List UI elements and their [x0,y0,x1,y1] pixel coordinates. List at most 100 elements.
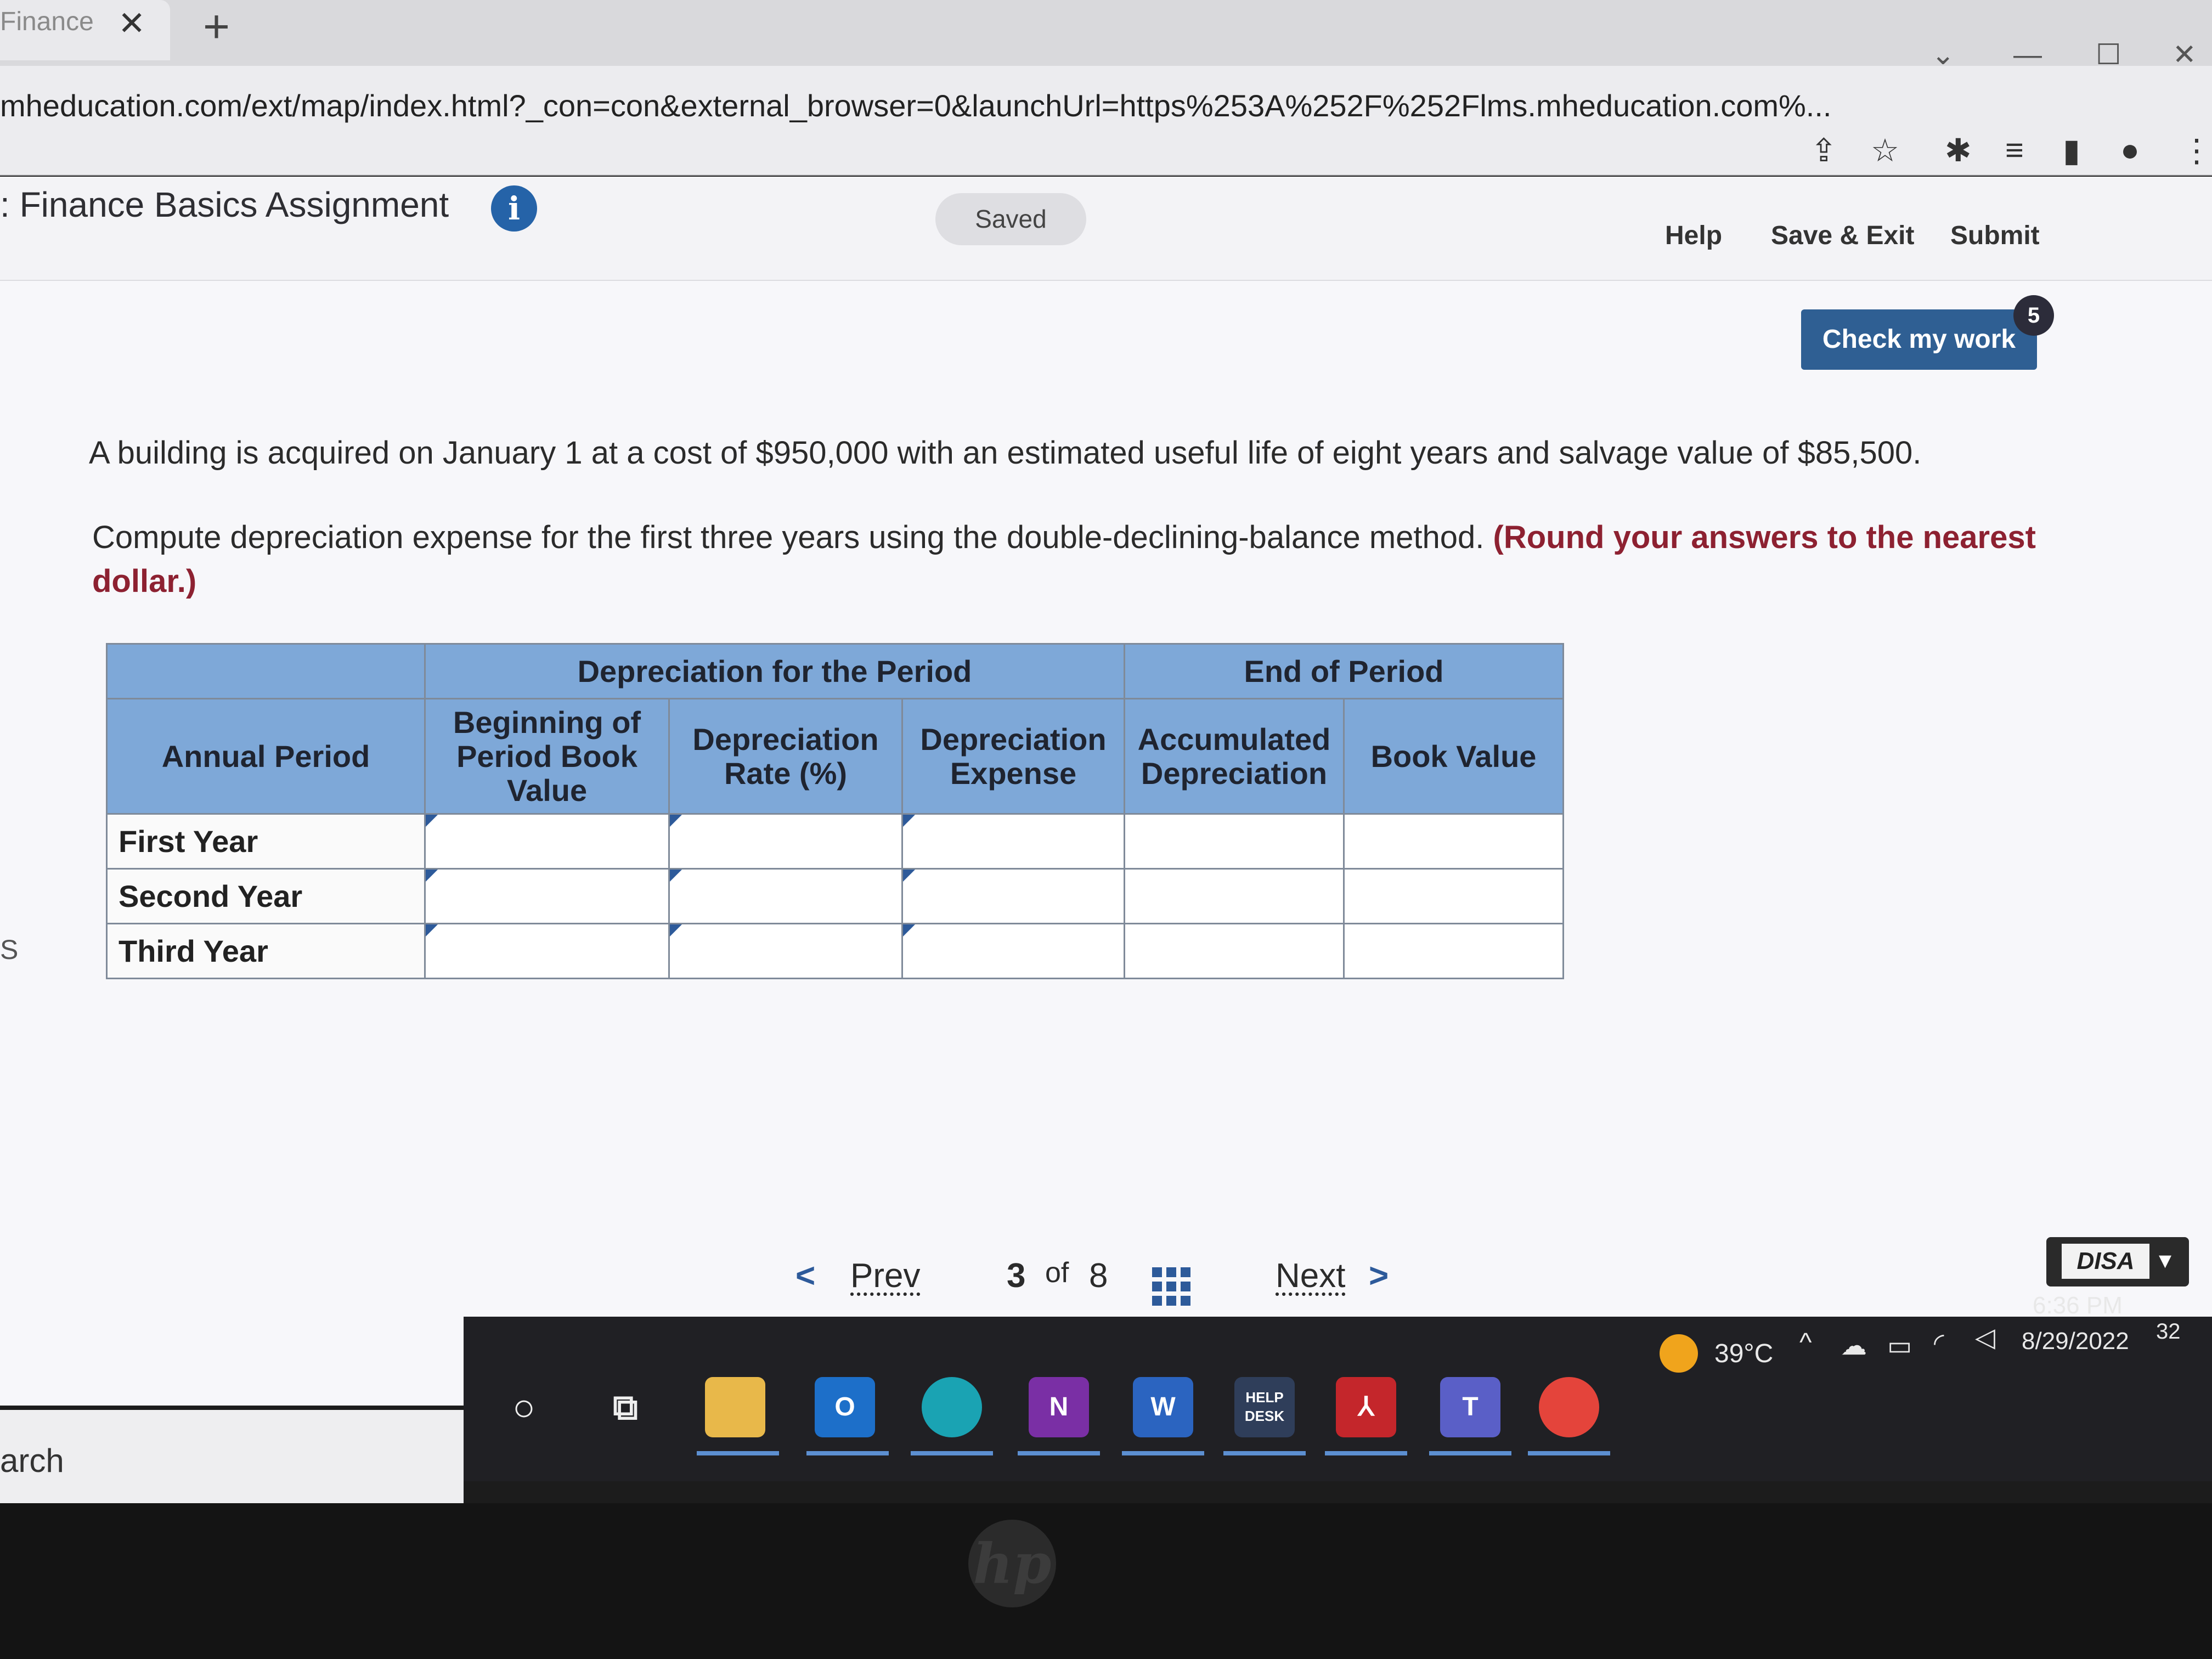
beginning-value-cell [424,868,670,924]
expense-input[interactable] [903,936,1124,969]
rate-input[interactable] [670,881,901,914]
rate-cell [668,923,903,979]
running-indicator [1223,1451,1306,1455]
cortana-icon[interactable]: ○ [494,1377,554,1437]
check-my-work-button[interactable]: Check my work [1801,309,2037,370]
expense-cell [901,923,1125,979]
row-label-second-year: Second Year [106,868,426,924]
chevron-left-icon[interactable]: < [795,1256,815,1295]
running-indicator [1325,1451,1407,1455]
help-desk-icon[interactable]: HELP DESK [1234,1377,1295,1437]
reading-list-icon[interactable]: ≡ [2005,132,2024,168]
question-grid-icon[interactable] [1152,1267,1190,1306]
task-view-icon[interactable]: ⧉ [595,1377,656,1437]
submit-link[interactable]: Submit [1950,221,2040,251]
chrome-icon[interactable] [1539,1377,1599,1437]
expense-cell [901,868,1125,924]
close-icon[interactable]: ✕ [118,4,145,43]
disa-label: DISA [2062,1244,2149,1279]
acrobat-icon[interactable]: ⅄ [1336,1377,1396,1437]
chevron-right-icon[interactable]: > [1369,1256,1389,1295]
col-header-beginning: Beginning of Period Book Value [424,698,670,815]
beginning-value-input[interactable] [426,936,668,969]
running-indicator [806,1451,889,1455]
running-indicator [1018,1451,1100,1455]
search-text: arch [0,1442,64,1479]
prev-button[interactable]: Prev [850,1256,920,1295]
row-label-first-year: First Year [106,813,426,870]
group-header-depreciation: Depreciation for the Period [424,643,1125,699]
browser-tab-bar: Finance ✕ + ⌄ — ☐ ✕ [0,0,2212,71]
chevron-up-icon[interactable]: ^ [1799,1328,1812,1358]
taskbar-search[interactable]: arch [0,1410,464,1503]
page-total: 8 [1089,1257,1108,1295]
star-icon[interactable]: ☆ [1871,132,1899,169]
question-text: A building is acquired on January 1 at a… [89,435,1922,471]
beginning-value-input[interactable] [426,881,668,914]
table-row: Second Year [106,868,1564,924]
file-explorer-icon[interactable] [705,1377,765,1437]
url-field[interactable]: mheducation.com/ext/map/index.html?_con=… [0,88,1831,123]
save-exit-link[interactable]: Save & Exit [1771,221,1914,251]
expense-input[interactable] [903,826,1124,859]
beginning-value-cell [424,813,670,870]
header-blank [106,643,426,699]
col-header-book-value: Book Value [1343,698,1564,815]
col-header-accumulated: Accumulated Depreciation [1124,698,1345,815]
caret-down-icon[interactable]: ▾ [2159,1245,2171,1274]
hp-logo: hp [968,1520,1056,1607]
beginning-value-input[interactable] [426,826,668,859]
rate-cell [668,868,903,924]
assignment-header: : Finance Basics Assignment i Saved Help… [0,177,2212,281]
disa-widget[interactable]: DISA ▾ [2046,1237,2189,1286]
weather-icon[interactable] [1660,1334,1698,1373]
beginning-value-cell [424,923,670,979]
accumulated-cell [1124,923,1345,979]
clock-time[interactable]: 6:36 PM [2033,1292,2123,1319]
table-row: First Year [106,813,1564,870]
extensions-icon[interactable]: ✱ [1945,132,1972,169]
expense-input[interactable] [903,881,1124,914]
next-button[interactable]: Next [1276,1256,1345,1295]
monitor-bezel [0,1503,2212,1659]
table-row: Third Year [106,923,1564,979]
share-icon[interactable]: ⇪ [1810,132,1837,169]
clock-date[interactable]: 8/29/2022 [2022,1328,2129,1355]
onedrive-icon[interactable]: ☁ [1841,1330,1867,1361]
running-indicator [911,1451,993,1455]
onenote-icon[interactable]: N [1029,1377,1089,1437]
rate-input[interactable] [670,826,901,859]
accumulated-cell [1124,813,1345,870]
outlook-icon[interactable]: O [815,1377,875,1437]
saved-status: Saved [935,193,1086,245]
running-indicator [1528,1451,1610,1455]
edge-icon[interactable] [922,1377,982,1437]
instruction-text: Compute depreciation expense for the fir… [92,520,1485,555]
profile-icon[interactable]: ● [2120,132,2140,168]
word-icon[interactable]: W [1133,1377,1193,1437]
new-tab-button[interactable]: + [203,0,230,53]
volume-icon[interactable]: ◁ [1975,1322,1995,1353]
browser-tab[interactable]: Finance ✕ [0,0,170,60]
notifications-count[interactable]: 32 [2156,1319,2181,1344]
teams-icon[interactable]: T [1440,1377,1500,1437]
book-value-cell [1343,868,1564,924]
running-indicator [697,1451,779,1455]
page-current: 3 [1007,1257,1026,1295]
col-header-period: Annual Period [106,698,426,815]
battery-icon[interactable]: ▭ [1887,1330,1912,1361]
question-area: Check my work 5 A building is acquired o… [0,281,2212,1406]
info-icon[interactable]: i [491,185,537,232]
running-indicator [1122,1451,1204,1455]
address-bar: mheducation.com/ext/map/index.html?_con=… [0,66,2212,176]
running-indicator [1429,1451,1511,1455]
menu-icon[interactable]: ⋮ [2181,132,2212,169]
question-instruction: Compute depreciation expense for the fir… [92,516,2045,603]
help-link[interactable]: Help [1665,221,1722,251]
rate-input[interactable] [670,936,901,969]
temperature[interactable]: 39°C [1714,1339,1773,1369]
book-value-cell [1343,923,1564,979]
wifi-icon[interactable]: ◜ [1934,1328,1944,1358]
sidepanel-icon[interactable]: ▮ [2063,132,2080,169]
group-header-end: End of Period [1124,643,1564,699]
